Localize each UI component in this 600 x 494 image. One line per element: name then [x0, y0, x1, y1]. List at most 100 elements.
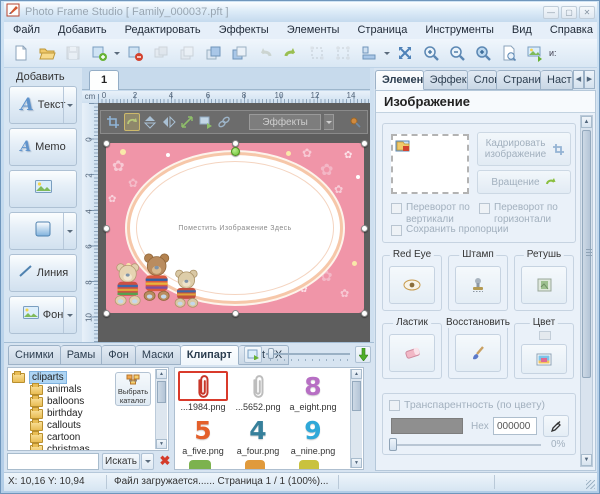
- crop-image-button[interactable]: Кадрировать изображение: [477, 132, 571, 166]
- crop-icon[interactable]: [105, 113, 121, 131]
- undo-button[interactable]: [252, 41, 278, 65]
- choose-directory-button[interactable]: Выбрать каталог: [115, 372, 151, 406]
- zoom-out-button[interactable]: [444, 41, 470, 65]
- clipart-thumb[interactable]: ...1984.png: [178, 371, 228, 412]
- close-button[interactable]: ✕: [579, 6, 595, 19]
- panel-scrollbar[interactable]: ▲ ▼: [580, 115, 593, 467]
- transparency-swatch[interactable]: [391, 418, 463, 434]
- link-icon[interactable]: [217, 113, 233, 131]
- clipart-thumb[interactable]: 8 a_eight.png: [288, 371, 338, 412]
- page-preview-button[interactable]: [496, 41, 522, 65]
- clipart-thumb[interactable]: 9 a_nine.png: [288, 415, 338, 456]
- search-input[interactable]: [7, 453, 99, 470]
- scrollbar-thumb[interactable]: [582, 130, 591, 378]
- search-button[interactable]: Искать: [102, 453, 140, 470]
- redo-button[interactable]: [278, 41, 304, 65]
- add-text-button[interactable]: A Текст: [9, 86, 77, 124]
- menu-item-add[interactable]: Добавить: [49, 22, 116, 39]
- add-text-dropdown[interactable]: [63, 87, 76, 123]
- photo-frame[interactable]: ✿ ✿ ✿ ✿ ✿ ✿ ✿ ✿ ✿ ✿ Поместить Изобра: [106, 143, 364, 313]
- eyedropper-button[interactable]: [543, 415, 569, 437]
- tree-scrollbar[interactable]: ▲ ▼: [155, 369, 167, 449]
- transparency-slider-track[interactable]: [393, 444, 541, 446]
- flip-horizontal-checkbox[interactable]: Переворот по горизонтали: [479, 202, 571, 225]
- tree-item-cliparts[interactable]: cliparts: [12, 371, 67, 384]
- tab-background[interactable]: Фон: [102, 345, 136, 365]
- scroll-down-arrow[interactable]: ▼: [581, 454, 592, 466]
- image-preview-box[interactable]: [391, 134, 469, 194]
- resize-icon[interactable]: [180, 113, 196, 131]
- add-shape-button[interactable]: [9, 212, 77, 250]
- color-button[interactable]: [521, 344, 567, 374]
- open-folder-button[interactable]: [34, 41, 60, 65]
- add-memo-button[interactable]: A Memo: [9, 128, 77, 166]
- replace-image-icon[interactable]: [198, 113, 214, 131]
- selection-frame-button[interactable]: [304, 41, 330, 65]
- tab-frames[interactable]: Рамы: [61, 345, 103, 365]
- hex-input[interactable]: [493, 417, 537, 435]
- send-backward-button[interactable]: [226, 41, 252, 65]
- export-image-button[interactable]: [522, 41, 548, 65]
- menu-item-elements[interactable]: Элементы: [278, 22, 349, 39]
- clipart-thumb[interactable]: ...5652.png: [233, 371, 283, 412]
- resize-grip[interactable]: [586, 480, 595, 489]
- tab-snapshots[interactable]: Снимки: [8, 345, 61, 365]
- panel-collapse-button[interactable]: [355, 346, 371, 363]
- menu-item-edit[interactable]: Редактировать: [116, 22, 210, 39]
- tabs-scroll-right-button[interactable]: ▶: [584, 70, 595, 89]
- maximize-button[interactable]: ▢: [561, 6, 577, 19]
- scroll-up-arrow[interactable]: ▲: [351, 369, 362, 379]
- menu-item-page[interactable]: Страница: [348, 22, 416, 39]
- resize-handle-e[interactable]: [361, 225, 368, 232]
- add-shape-dropdown[interactable]: [63, 213, 76, 249]
- tab-effects[interactable]: Эффекты: [424, 70, 468, 90]
- save-button[interactable]: [60, 41, 86, 65]
- retouch-button[interactable]: [521, 266, 567, 304]
- files-scrollbar[interactable]: ▲ ▼: [350, 369, 362, 468]
- stamp-button[interactable]: [455, 266, 501, 304]
- tree-item-callouts[interactable]: callouts: [30, 420, 81, 431]
- transparency-checkbox[interactable]: Транспарентность (по цвету): [389, 399, 569, 411]
- effects-dropdown[interactable]: Эффекты: [249, 114, 321, 130]
- keep-proportions-checkbox[interactable]: Сохранить пропорции: [391, 224, 541, 236]
- flip-horizontal-icon[interactable]: [161, 113, 177, 131]
- resize-handle-se[interactable]: [361, 310, 368, 317]
- rotation-handle[interactable]: [231, 147, 240, 156]
- red-eye-button[interactable]: [389, 266, 435, 304]
- tab-elements[interactable]: Элементы: [375, 70, 424, 90]
- clear-search-button[interactable]: ✖: [157, 453, 173, 470]
- menu-item-help[interactable]: Справка: [541, 22, 600, 39]
- tabs-scroll-left-button[interactable]: ◀: [573, 70, 584, 89]
- flip-vertical-checkbox[interactable]: Переворот по вертикали: [391, 202, 475, 225]
- search-options-dropdown[interactable]: [141, 453, 154, 470]
- resize-handle-ne[interactable]: [361, 140, 368, 147]
- pin-icon[interactable]: [347, 113, 363, 131]
- size-slider-thumb[interactable]: [268, 348, 274, 359]
- resize-handle-s[interactable]: [232, 310, 239, 317]
- page-tab-1[interactable]: 1: [89, 70, 119, 90]
- menu-item-file[interactable]: Файл: [4, 22, 49, 39]
- effects-dropdown-caret[interactable]: [324, 114, 334, 130]
- insert-clipart-button[interactable]: [244, 346, 262, 363]
- clipart-thumb[interactable]: 5 a_five.png: [178, 415, 228, 456]
- zoom-in-button[interactable]: [418, 41, 444, 65]
- restore-button[interactable]: [455, 334, 501, 372]
- flip-vertical-icon[interactable]: [143, 113, 159, 131]
- resize-handle-n[interactable]: [232, 140, 239, 147]
- scroll-down-arrow[interactable]: ▼: [351, 458, 362, 468]
- cut-button[interactable]: [148, 41, 174, 65]
- tree-item-balloons[interactable]: balloons: [30, 396, 84, 407]
- tab-settings[interactable]: Настр: [541, 70, 573, 90]
- tab-clipart[interactable]: Клипарт: [181, 345, 239, 365]
- thumbnail-size-slider[interactable]: [266, 346, 350, 363]
- add-image-button[interactable]: [86, 41, 112, 65]
- tab-layers[interactable]: Слои: [468, 70, 498, 90]
- add-line-button[interactable]: Линия: [9, 254, 77, 292]
- rotate-icon[interactable]: [124, 113, 140, 131]
- fit-to-window-button[interactable]: [392, 41, 418, 65]
- add-background-dropdown[interactable]: [63, 297, 76, 333]
- tree-item-animals[interactable]: animals: [30, 384, 81, 395]
- copy-button[interactable]: [174, 41, 200, 65]
- new-document-button[interactable]: [8, 41, 34, 65]
- resize-handle-nw[interactable]: [103, 140, 110, 147]
